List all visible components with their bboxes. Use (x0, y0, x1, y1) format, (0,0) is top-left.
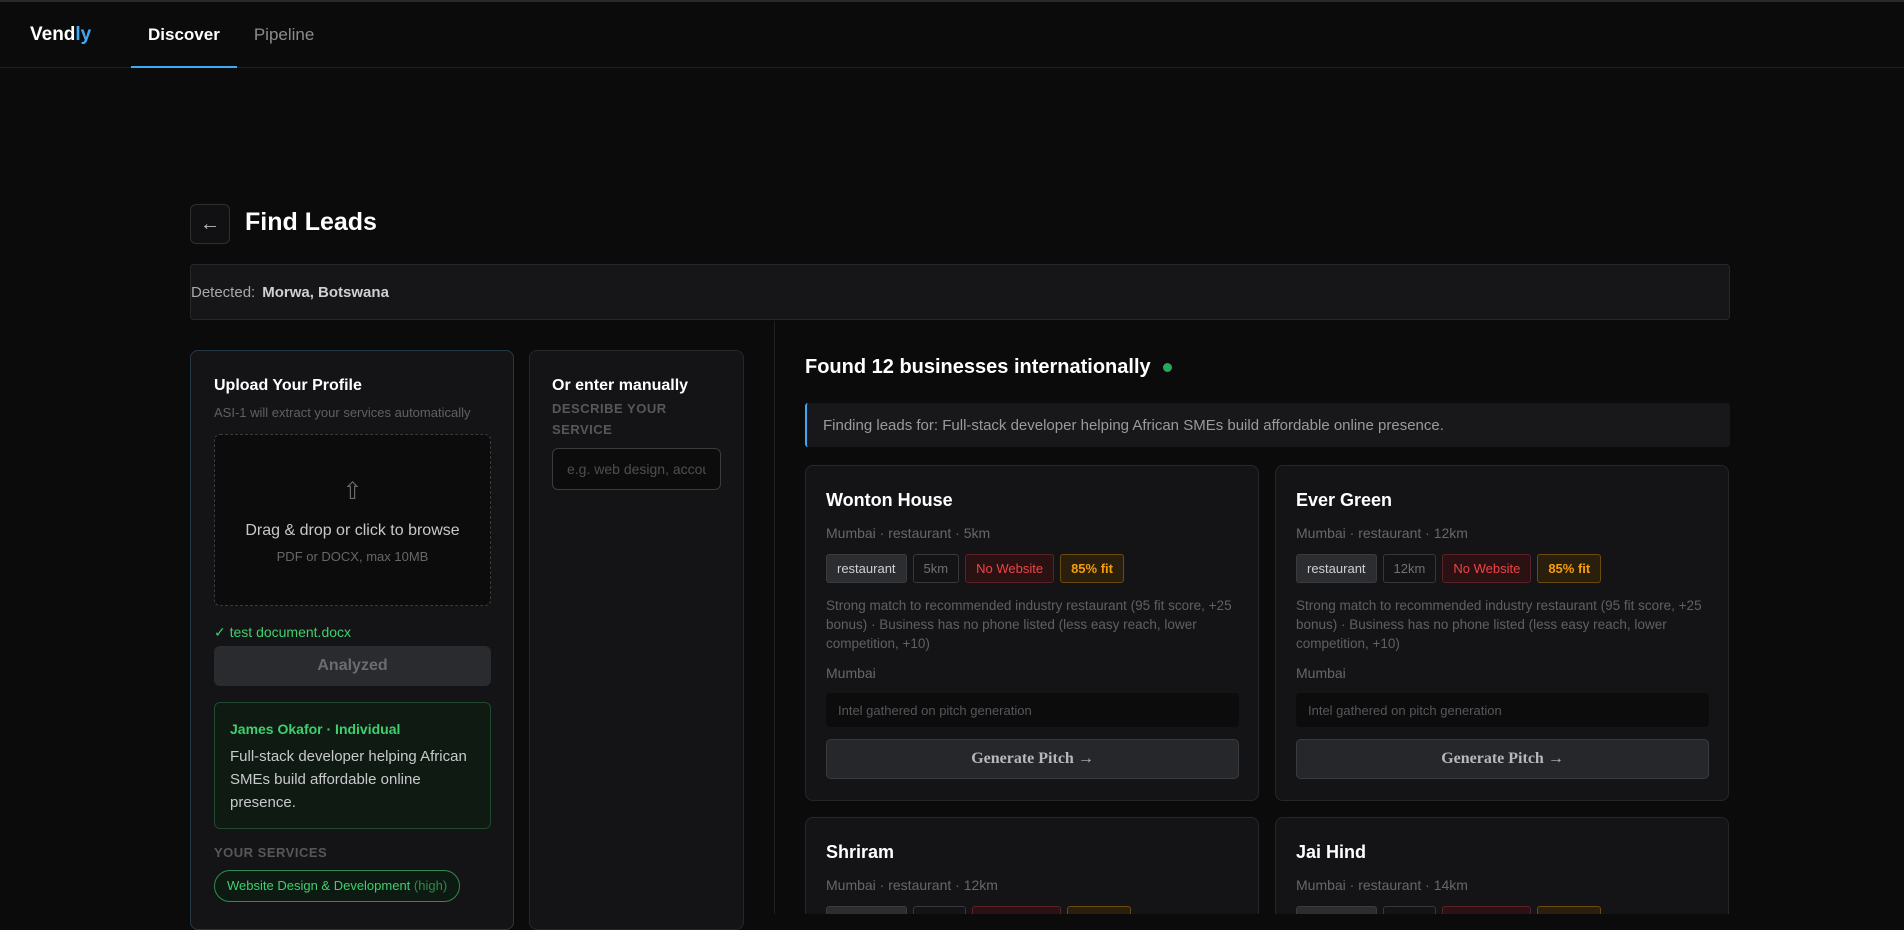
no-website-tag: No Website (1442, 906, 1532, 914)
fit-score-tag: 85% fit (1060, 554, 1124, 583)
app-logo[interactable]: Vend ly (30, 2, 131, 67)
tab-pipeline[interactable]: Pipeline (237, 2, 332, 67)
business-meta: Mumbai · restaurant · 12km (1296, 525, 1468, 541)
intel-field: Intel gathered on pitch generation (826, 693, 1239, 727)
profile-name: James Okafor · Individual (230, 721, 401, 737)
manual-title: Or enter manually (552, 377, 689, 394)
upload-title: Upload Your Profile (214, 377, 362, 394)
fit-score-tag: 85% fit (1537, 906, 1602, 914)
top-nav: Vend ly Discover Pipeline (0, 2, 1904, 68)
dropzone-hint: PDF or DOCX, max 10MB (276, 548, 429, 564)
service-name: Website Design & Development (227, 878, 411, 893)
back-button[interactable]: ← (190, 204, 230, 244)
detected-location: Morwa, Botswana (262, 283, 389, 301)
lead-card: Ever Green Mumbai · restaurant · 12km re… (1275, 465, 1729, 801)
service-description-input[interactable] (552, 448, 721, 490)
arrow-left-icon: ← (200, 212, 220, 235)
category-tag: restaurant (1296, 906, 1377, 914)
manual-entry-panel: Or enter manually DESCRIBE YOUR SERVICE (529, 350, 744, 930)
tab-discover[interactable]: Discover (131, 2, 237, 68)
dropzone-text: Drag & drop or click to browse (245, 521, 460, 539)
fit-score-tag: 85% fit (1537, 554, 1602, 583)
logo-main: Vend (30, 23, 76, 45)
file-dropzone[interactable]: ⇧ Drag & drop or click to browse PDF or … (214, 434, 491, 606)
upload-icon: ⇧ (342, 477, 363, 505)
match-reason: Strong match to recommended industry res… (826, 598, 1232, 651)
page-title: Find Leads (245, 208, 377, 236)
match-reason: Strong match to recommended industry res… (1296, 598, 1702, 651)
no-website-tag: No Website (1442, 554, 1532, 583)
distance-tag: 12km (1382, 554, 1437, 583)
distance-tag: 14km (1382, 906, 1437, 914)
tag-list: restaurant 5km No Website 85% fit (826, 554, 1238, 583)
results-count-text: Found 12 businesses internationally (805, 356, 1151, 378)
fit-score-tag: 85% fit (1067, 906, 1132, 914)
generate-pitch-button[interactable]: Generate Pitch → (1296, 739, 1709, 779)
no-website-tag: No Website (965, 554, 1055, 583)
extracted-profile-card: James Okafor · Individual Full-stack dev… (214, 702, 491, 829)
business-location: Mumbai (826, 665, 876, 681)
distance-tag: 5km (912, 554, 960, 583)
business-name: Ever Green (1296, 490, 1393, 510)
business-name: Wonton House (826, 490, 953, 510)
category-tag: restaurant (1296, 554, 1377, 583)
analyzed-button[interactable]: Analyzed (214, 646, 491, 686)
service-pill[interactable]: Website Design & Development (high) (214, 870, 461, 902)
distance-tag: 12km (912, 906, 967, 914)
services-label: YOUR SERVICES (214, 845, 328, 860)
uploaded-file-status: ✓ test document.docx (214, 624, 352, 640)
category-tag: restaurant (826, 906, 907, 914)
status-dot-icon (1162, 363, 1172, 372)
no-website-tag: No Website (972, 906, 1062, 914)
profile-description: Full-stack developer helping African SME… (230, 748, 467, 811)
lead-card: Wonton House Mumbai · restaurant · 5km r… (805, 465, 1259, 801)
tag-list: restaurant 12km No Website 85% fit (1296, 554, 1708, 583)
business-name: Shriram (826, 842, 895, 862)
tag-list: restaurant 12km No Website 85% fit (826, 906, 1238, 914)
business-location: Mumbai (1296, 665, 1346, 681)
tag-list: restaurant 14km No Website 85% fit (1296, 906, 1708, 914)
lead-card: Jai Hind Mumbai · restaurant · 14km rest… (1275, 817, 1729, 914)
service-level: (high) (413, 878, 448, 893)
business-meta: Mumbai · restaurant · 14km (1296, 877, 1468, 893)
generate-pitch-button[interactable]: Generate Pitch → (826, 739, 1239, 779)
service-field-label: DESCRIBE YOUR SERVICE (552, 401, 667, 437)
upload-profile-panel: Upload Your Profile ASI-1 will extract y… (190, 350, 514, 930)
lead-card: Shriram Mumbai · restaurant · 12km resta… (805, 817, 1259, 914)
column-divider (774, 321, 775, 914)
results-heading: Found 12 businesses internationally (805, 356, 1172, 379)
business-meta: Mumbai · restaurant · 5km (826, 525, 991, 541)
category-tag: restaurant (826, 554, 907, 583)
upload-subtitle: ASI-1 will extract your services automat… (214, 405, 471, 420)
logo-accent: ly (75, 23, 92, 45)
detected-location-bar: Detected: Morwa, Botswana (190, 264, 1730, 320)
business-meta: Mumbai · restaurant · 12km (826, 877, 998, 893)
business-name: Jai Hind (1296, 842, 1367, 862)
finding-leads-banner: Finding leads for: Full-stack developer … (805, 403, 1730, 447)
intel-field: Intel gathered on pitch generation (1296, 693, 1709, 727)
detected-label: Detected: (191, 283, 256, 301)
